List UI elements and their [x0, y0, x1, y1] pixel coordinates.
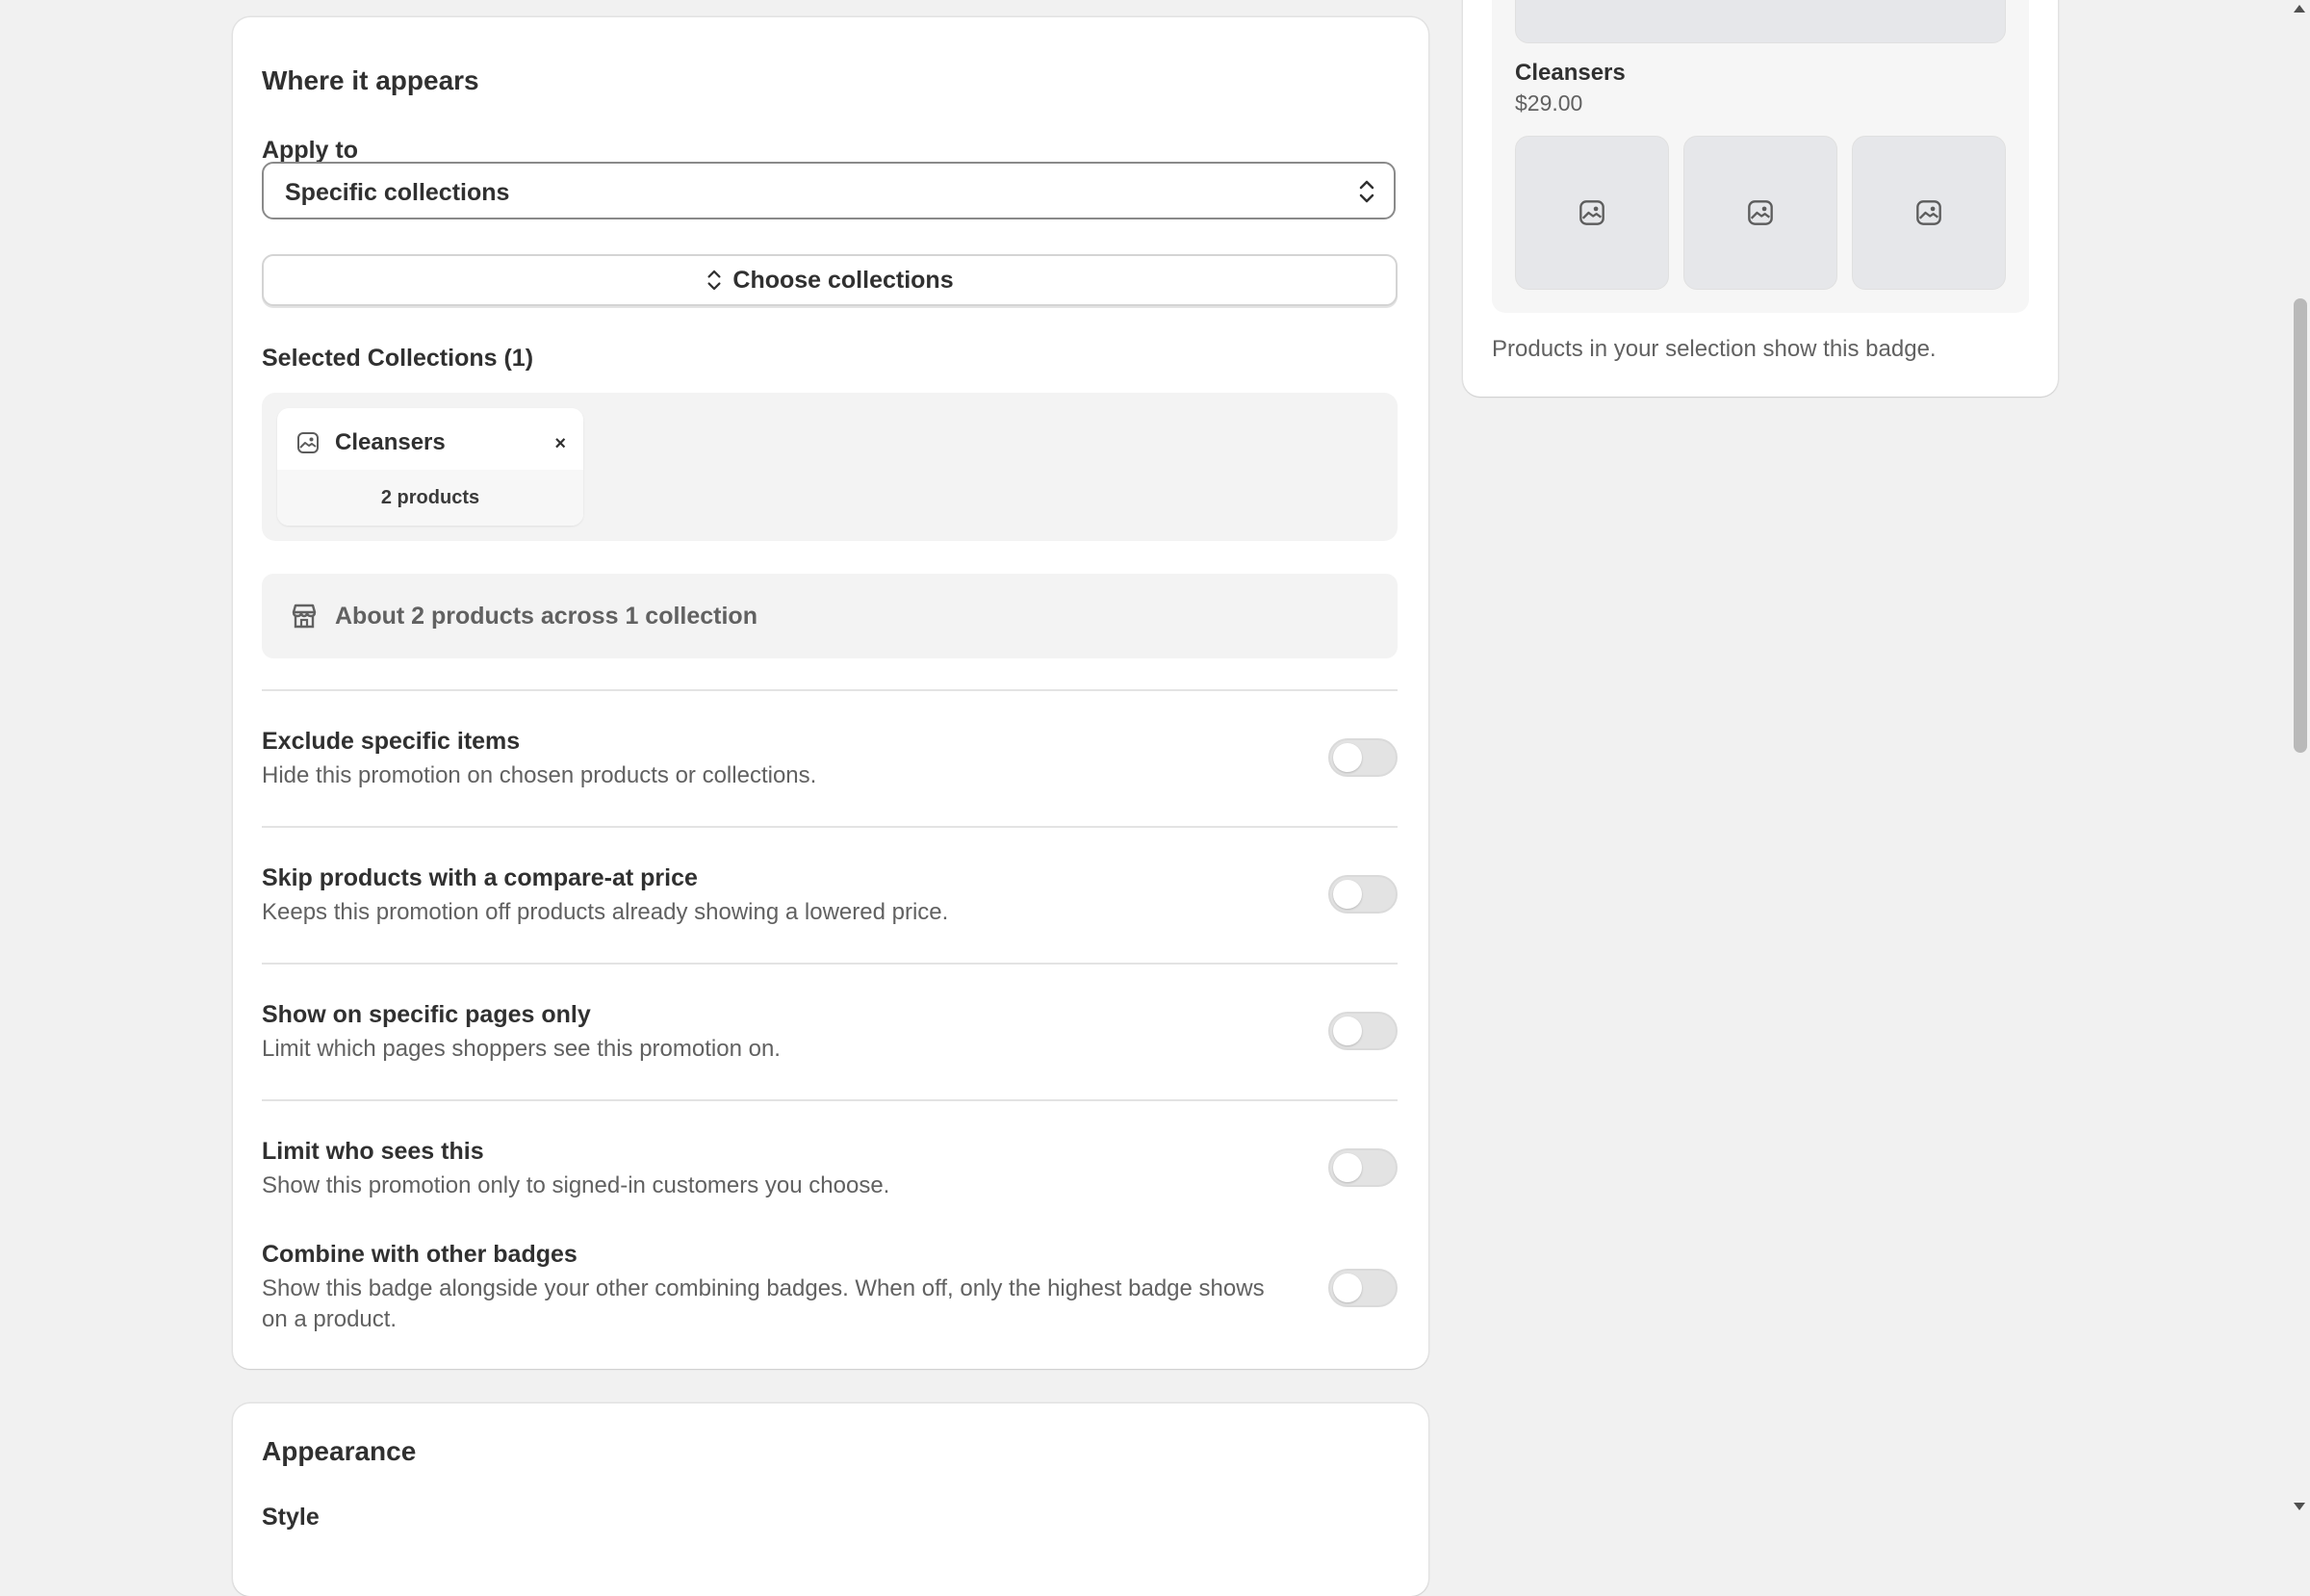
toggle-knob: [1333, 880, 1362, 909]
selection-summary: About 2 products across 1 collection: [262, 574, 1398, 658]
exclude-items-description: Hide this promotion on chosen products o…: [262, 762, 817, 788]
collection-chip-count: 2 products: [380, 487, 480, 508]
scroll-down-icon[interactable]: [2293, 1502, 2306, 1511]
skip-compare-at-toggle[interactable]: [1328, 875, 1398, 914]
combine-badges-description: Show this badge alongside your other com…: [262, 1275, 1265, 1332]
divider: [262, 963, 1398, 965]
store-icon: [292, 604, 317, 629]
specific-pages-toggle[interactable]: [1328, 1012, 1398, 1050]
collection-chip-name: Cleansers: [335, 429, 446, 455]
main-product-image: [1515, 0, 2006, 43]
sort-chevron-icon: [707, 270, 721, 291]
divider: [262, 1099, 1398, 1101]
choose-collections-button[interactable]: Choose collections: [262, 254, 1398, 306]
specific-pages-description: Limit which pages shoppers see this prom…: [262, 1036, 781, 1062]
combine-badges-toggle[interactable]: [1328, 1269, 1398, 1307]
exclude-items-toggle[interactable]: [1328, 738, 1398, 777]
image-icon: [1916, 200, 1941, 225]
limit-audience-title: Limit who sees this: [262, 1138, 484, 1165]
scrollbar-thumb[interactable]: [2294, 298, 2307, 753]
style-label: Style: [262, 1504, 320, 1531]
preview-product-name: Cleansers: [1515, 60, 1626, 86]
where-it-appears-card: Where it appears Apply to Specific colle…: [233, 17, 1428, 1369]
summary-text: About 2 products across 1 collection: [335, 603, 757, 630]
page-scrollbar[interactable]: [2289, 0, 2310, 1515]
appearance-title: Appearance: [262, 1436, 417, 1466]
collection-chip: Cleansers × 2 products: [277, 408, 583, 526]
apply-to-label: Apply to: [262, 137, 358, 164]
image-icon: [1579, 200, 1604, 225]
toggle-knob: [1333, 1274, 1362, 1302]
preview-product-price: $29.00: [1515, 90, 1583, 116]
apply-to-select[interactable]: Specific collections: [262, 162, 1396, 219]
scroll-up-icon[interactable]: [2293, 4, 2306, 13]
apply-to-value: Specific collections: [285, 179, 510, 206]
remove-collection-button[interactable]: ×: [554, 433, 566, 455]
selected-collections-heading: Selected Collections (1): [262, 345, 534, 372]
image-icon: [1748, 200, 1773, 225]
product-preview: Cleansers $29.00: [1492, 0, 2029, 313]
preview-caption: Products in your selection show this bad…: [1492, 336, 1937, 362]
appearance-card: Appearance Style: [233, 1403, 1428, 1596]
select-chevron-icon: [1359, 180, 1374, 203]
limit-audience-toggle[interactable]: [1328, 1148, 1398, 1187]
choose-collections-label: Choose collections: [732, 266, 954, 294]
product-thumbnail: [1683, 136, 1837, 290]
specific-pages-title: Show on specific pages only: [262, 1001, 591, 1028]
toggle-knob: [1333, 743, 1362, 772]
divider: [262, 826, 1398, 828]
badge-preview-card: Cleansers $29.00 Products in your select…: [1463, 0, 2058, 397]
combine-badges-title: Combine with other badges: [262, 1241, 578, 1268]
skip-compare-at-title: Skip products with a compare-at price: [262, 864, 698, 891]
image-icon: [297, 432, 319, 453]
skip-compare-at-description: Keeps this promotion off products alread…: [262, 899, 949, 925]
toggle-knob: [1333, 1153, 1362, 1182]
limit-audience-description: Show this promotion only to signed-in cu…: [262, 1172, 890, 1198]
exclude-items-title: Exclude specific items: [262, 728, 521, 755]
divider: [262, 689, 1398, 691]
product-thumbnail: [1852, 136, 2006, 290]
toggle-knob: [1333, 1017, 1362, 1045]
product-thumbnail: [1515, 136, 1669, 290]
section-title: Where it appears: [262, 65, 479, 95]
selected-collections-list: Cleansers × 2 products: [262, 393, 1398, 541]
